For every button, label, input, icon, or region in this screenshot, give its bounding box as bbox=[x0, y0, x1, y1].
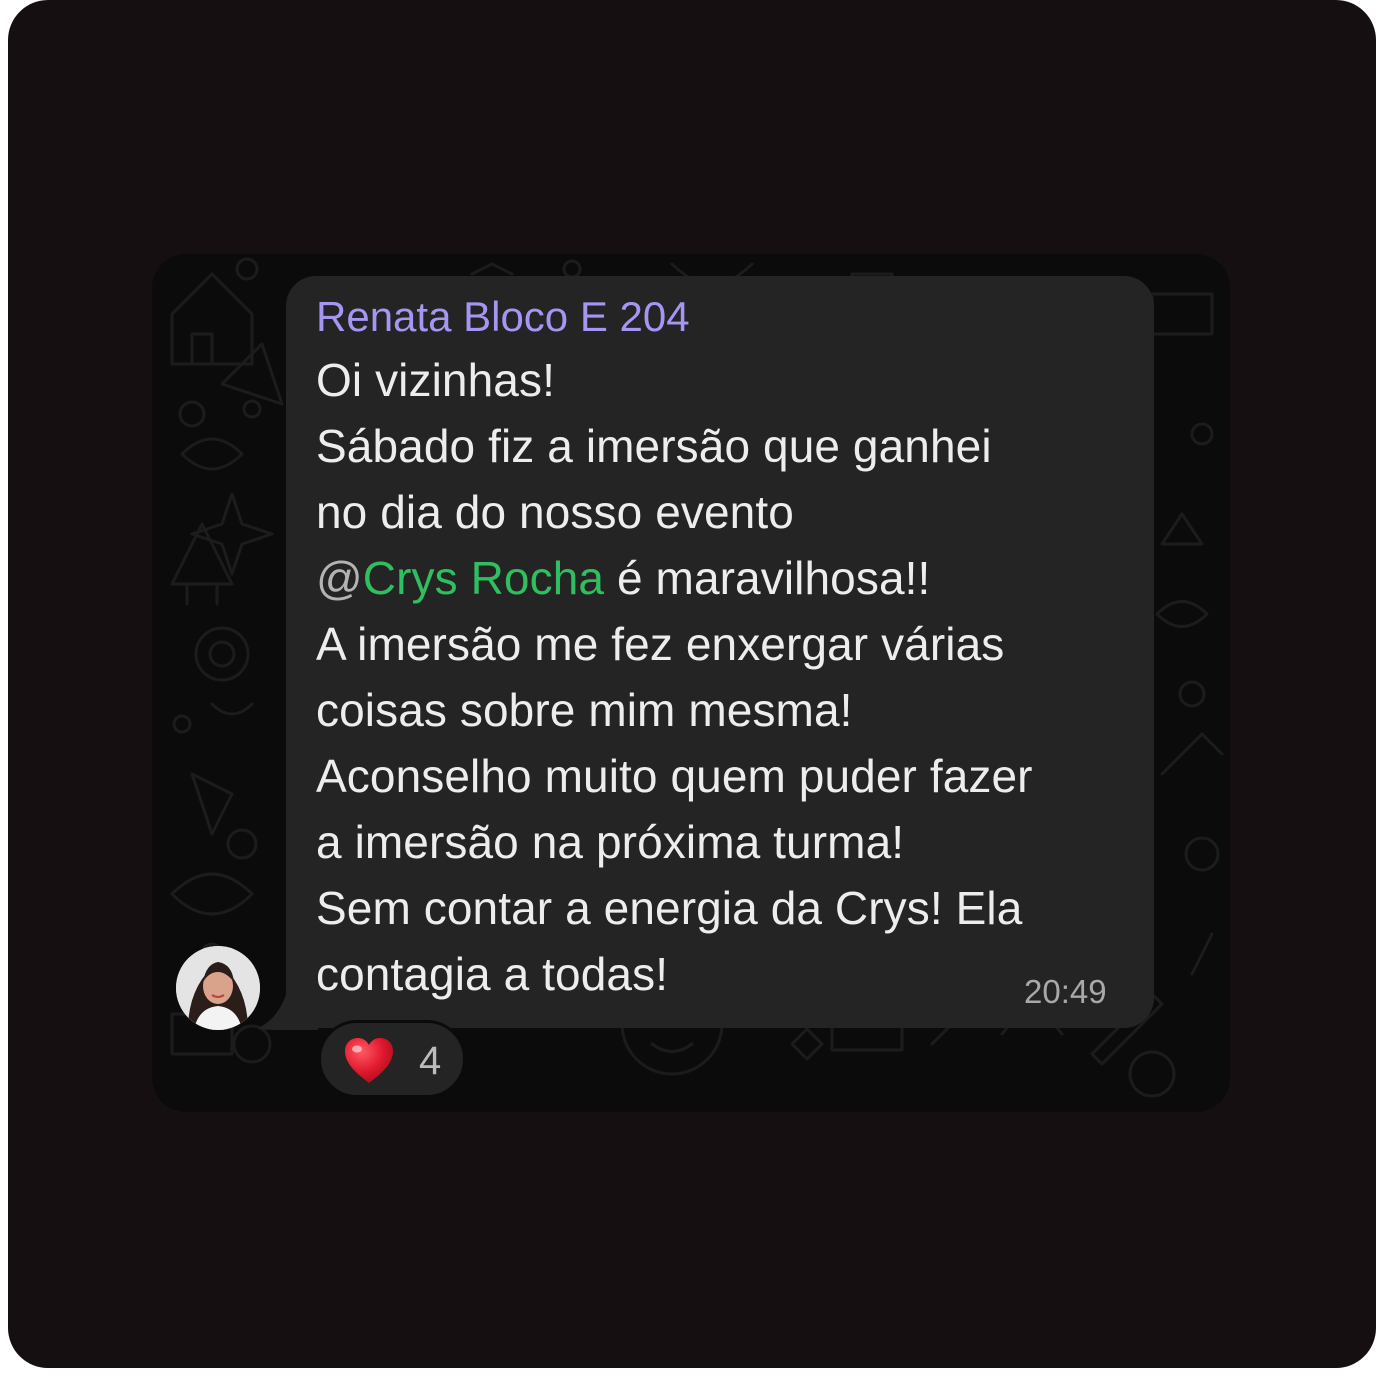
message-line-mention: @Crys Rocha é maravilhosa!! bbox=[316, 548, 930, 608]
mention-at-sign: @ bbox=[316, 552, 363, 604]
profile-photo-icon bbox=[176, 946, 260, 1030]
reaction-pill[interactable]: 4 bbox=[318, 1020, 466, 1098]
message-text: é maravilhosa!! bbox=[604, 552, 931, 604]
message-line: contagia a todas! bbox=[316, 948, 669, 1000]
message-timestamp: 20:49 bbox=[1024, 973, 1107, 1010]
message-line: A imersão me fez enxergar várias bbox=[316, 618, 1005, 670]
message-line: coisas sobre mim mesma! bbox=[316, 684, 853, 736]
message-line: Oi vizinhas! bbox=[316, 354, 555, 406]
message-line: Sem contar a energia da Crys! Ela bbox=[316, 882, 1023, 934]
message-line: no dia do nosso evento bbox=[316, 486, 794, 538]
sender-name[interactable]: Renata Bloco E 204 bbox=[316, 290, 690, 344]
message-line: Aconselho muito quem puder fazer bbox=[316, 750, 1033, 802]
message-line: a imersão na próxima turma! bbox=[316, 816, 905, 868]
heart-emoji-icon bbox=[345, 1038, 393, 1083]
message-line: Sábado fiz a imersão que ganhei bbox=[316, 420, 992, 472]
mention-link[interactable]: Crys Rocha bbox=[363, 552, 604, 604]
reaction-count: 4 bbox=[419, 1039, 442, 1083]
avatar[interactable] bbox=[176, 946, 260, 1030]
